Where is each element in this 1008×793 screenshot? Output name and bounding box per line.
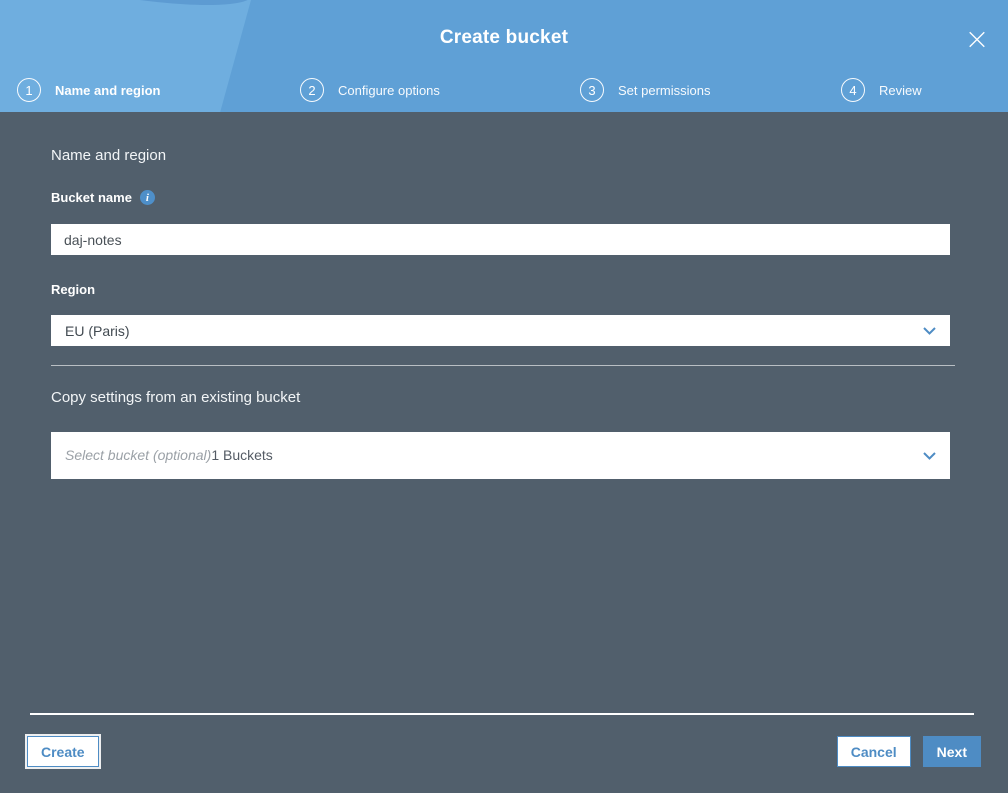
section-heading-name-and-region: Name and region bbox=[51, 147, 167, 164]
bucket-name-input[interactable] bbox=[51, 224, 950, 255]
step-4-label: Review bbox=[879, 82, 922, 98]
step-2-circle: 2 bbox=[300, 78, 324, 102]
info-icon[interactable]: i bbox=[139, 190, 155, 205]
step-review[interactable]: 4 Review bbox=[841, 78, 922, 102]
footer-actions: Cancel Next bbox=[836, 736, 981, 767]
bucket-name-label-text: Bucket name bbox=[51, 190, 132, 205]
step-4-circle: 4 bbox=[841, 78, 865, 102]
modal-body: Name and region Bucket name i Region EU … bbox=[0, 112, 1008, 793]
cancel-button[interactable]: Cancel bbox=[836, 736, 911, 767]
create-button[interactable]: Create bbox=[27, 736, 99, 767]
bucket-name-label: Bucket name i bbox=[51, 190, 155, 205]
close-icon bbox=[969, 31, 985, 47]
bucket-select-count: 1 Buckets bbox=[211, 446, 273, 463]
create-bucket-modal: Create bucket 1 Name and region 2 Config… bbox=[0, 0, 1008, 793]
close-button[interactable] bbox=[962, 24, 992, 54]
step-configure-options[interactable]: 2 Configure options bbox=[300, 78, 580, 102]
step-3-label: Set permissions bbox=[618, 82, 711, 98]
step-set-permissions[interactable]: 3 Set permissions bbox=[580, 78, 841, 102]
modal-header: Create bucket 1 Name and region 2 Config… bbox=[0, 0, 1008, 112]
chevron-down-icon bbox=[923, 451, 936, 460]
wizard-steps: 1 Name and region 2 Configure options 3 … bbox=[17, 78, 922, 102]
step-1-circle: 1 bbox=[17, 78, 41, 102]
step-1-label: Name and region bbox=[55, 82, 161, 98]
bucket-select-placeholder: Select bucket (optional) bbox=[65, 446, 212, 463]
footer-divider bbox=[30, 713, 974, 715]
step-name-and-region[interactable]: 1 Name and region bbox=[17, 78, 300, 102]
bucket-select-text: Select bucket (optional)1 Buckets bbox=[65, 447, 273, 465]
chevron-down-icon bbox=[923, 326, 936, 335]
copy-settings-bucket-select[interactable]: Select bucket (optional)1 Buckets bbox=[51, 432, 950, 479]
region-label: Region bbox=[51, 282, 96, 297]
region-select-value: EU (Paris) bbox=[65, 322, 130, 339]
next-button[interactable]: Next bbox=[922, 736, 981, 767]
region-select[interactable]: EU (Paris) bbox=[51, 315, 950, 346]
section-divider bbox=[51, 365, 955, 366]
step-3-circle: 3 bbox=[580, 78, 604, 102]
section-heading-copy-settings: Copy settings from an existing bucket bbox=[51, 389, 301, 406]
modal-title: Create bucket bbox=[439, 27, 569, 48]
step-2-label: Configure options bbox=[338, 82, 440, 98]
